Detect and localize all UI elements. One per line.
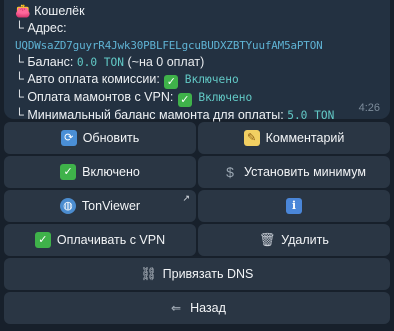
auto-pay-value[interactable]: Включено xyxy=(185,73,239,86)
dollar-icon: $ xyxy=(226,164,234,180)
check-mark-icon: ✓ xyxy=(34,232,51,248)
enabled-label: Включено xyxy=(82,165,140,179)
address-label-row: └ Адрес: xyxy=(15,20,381,37)
balance-value[interactable]: 0.0 TON xyxy=(77,56,124,69)
info-button[interactable]: i xyxy=(198,190,390,222)
link-dns-label: Привязать DNS xyxy=(162,267,254,281)
check-mark-icon: ✓ xyxy=(60,164,77,180)
min-balance-label: └ Минимальный баланс мамонта для оплаты: xyxy=(15,108,284,122)
delete-label: Удалить xyxy=(281,233,329,247)
vpn-pay-value[interactable]: Включено xyxy=(198,91,252,104)
refresh-button[interactable]: ⟳ Обновить xyxy=(4,122,196,154)
wallet-address[interactable]: UQDWsaZD7guyrR4Jwk30PBLFELgcuBUDXZBTYuuf… xyxy=(15,39,323,52)
back-arrow-icon: ⇐ xyxy=(171,301,182,315)
link-dns-button[interactable]: ⛓ Привязать DNS xyxy=(4,258,390,290)
message-time: 4:26 xyxy=(358,102,380,114)
wallet-title: Кошелёк xyxy=(34,4,85,18)
address-row: UQDWsaZD7guyrR4Jwk30PBLFELgcuBUDXZBTYuuf… xyxy=(15,37,381,54)
comment-label: Комментарий xyxy=(265,131,345,145)
wallet-title-row: 👛 Кошелёк xyxy=(15,3,381,20)
min-balance-value[interactable]: 5.0 TON xyxy=(287,109,334,122)
enabled-toggle-button[interactable]: ✓ Включено xyxy=(4,156,196,188)
refresh-icon: ⟳ xyxy=(60,130,77,146)
globe-icon: ◍ xyxy=(59,198,76,214)
address-label: └ Адрес: xyxy=(15,21,67,35)
memo-icon: ✎ xyxy=(243,130,260,146)
info-icon: i xyxy=(286,198,302,214)
chain-link-icon: ⛓ xyxy=(140,266,157,281)
comment-button[interactable]: ✎ Комментарий xyxy=(198,122,390,154)
wallet-icon: 👛 xyxy=(15,4,31,18)
back-button[interactable]: ⇐ Назад xyxy=(4,292,390,324)
external-link-icon: ↗ xyxy=(182,193,190,203)
check-mark-icon: ✓ xyxy=(177,93,192,107)
auto-pay-row: └ Авто оплата комиссии: ✓ Включено xyxy=(15,71,381,89)
back-label: Назад xyxy=(190,301,226,315)
vpn-pay-row: └ Оплата мамонтов с VPN: ✓ Включено xyxy=(15,89,381,107)
tonviewer-link-button[interactable]: ◍ TonViewer ↗ xyxy=(4,190,196,222)
balance-note: (~на 0 оплат) xyxy=(127,55,205,69)
balance-label: └ Баланс: xyxy=(15,55,74,69)
set-minimum-button[interactable]: $ Установить минимум xyxy=(198,156,390,188)
wastebasket-icon: 🗑 xyxy=(258,232,276,247)
wallet-message: 👛 Кошелёк └ Адрес: UQDWsaZD7guyrR4Jwk30P… xyxy=(4,0,390,122)
pay-with-vpn-button[interactable]: ✓ Оплачивать с VPN xyxy=(4,224,196,256)
set-minimum-label: Установить минимум xyxy=(244,165,366,179)
tonviewer-label: TonViewer xyxy=(81,199,141,213)
balance-row: └ Баланс: 0.0 TON (~на 0 оплат) xyxy=(15,54,381,71)
refresh-label: Обновить xyxy=(82,131,140,145)
pay-with-vpn-label: Оплачивать с VPN xyxy=(56,233,166,247)
check-mark-icon: ✓ xyxy=(164,75,179,89)
vpn-pay-label: └ Оплата мамонтов с VPN: xyxy=(15,90,174,104)
auto-pay-label: └ Авто оплата комиссии: xyxy=(15,72,160,86)
delete-button[interactable]: 🗑 Удалить xyxy=(198,224,390,256)
